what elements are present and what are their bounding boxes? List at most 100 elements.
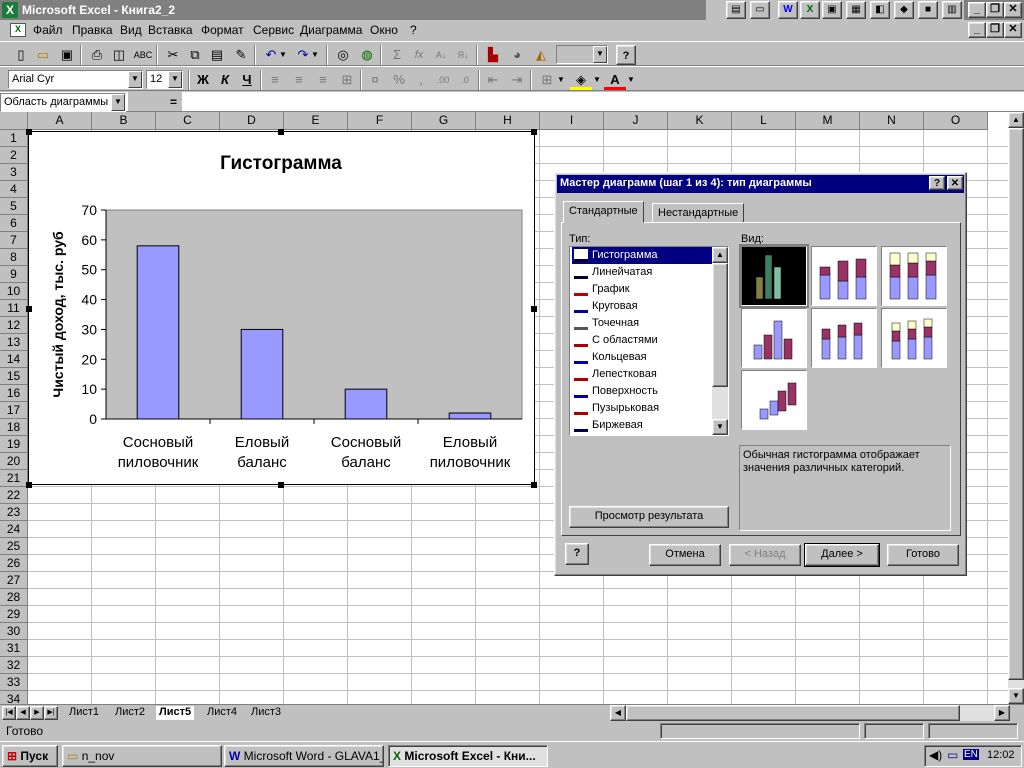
chart-type-item[interactable]: График [572,281,712,298]
taskbar-item-excel-active[interactable]: X Microsoft Excel - Кни... [388,745,548,767]
font-name-combobox[interactable]: Arial Cyr ▼ [8,70,143,89]
chart-subtype-thumbnail[interactable] [811,246,877,306]
font-color-icon[interactable]: A [604,70,626,90]
save-icon[interactable]: ▣ [56,45,78,65]
column-header[interactable]: C [156,112,220,130]
new-icon[interactable]: ▯ [10,45,32,65]
currency-icon[interactable]: ¤ [364,70,386,90]
spelling-icon[interactable]: ABC [132,45,154,65]
print-preview-icon[interactable]: ◫ [108,45,130,65]
chart-handle[interactable] [278,129,284,135]
prev-sheet-icon[interactable]: ◀ [16,706,30,720]
menu-window[interactable]: Окно [370,23,398,37]
column-header[interactable]: E [284,112,348,130]
row-header[interactable]: 30 [0,623,28,640]
chart-handle[interactable] [278,482,284,488]
scroll-left-arrow-icon[interactable]: ◀ [610,705,626,721]
row-header[interactable]: 7 [0,232,28,249]
web-toolbar-icon[interactable]: ◍ [356,45,378,65]
chart-type-item[interactable]: Гистограмма [572,247,712,264]
close-button[interactable]: ✕ [1004,2,1022,18]
chart-type-item[interactable]: Кольцевая [572,349,712,366]
menu-chart[interactable]: Диаграмма [300,23,362,37]
font-color-dropdown-icon[interactable]: ▼ [626,70,636,90]
last-sheet-icon[interactable]: ▶| [44,706,58,720]
chart-subtype-thumbnail[interactable] [881,246,947,306]
sort-ascending-icon[interactable]: А↓ [430,45,452,65]
row-header[interactable]: 17 [0,402,28,419]
paste-icon[interactable]: ▤ [206,45,228,65]
list-scroll-thumb[interactable] [712,263,728,387]
excel-shortcut-icon[interactable]: X [800,1,820,19]
schedule-shortcut-icon[interactable]: ◆ [894,1,914,19]
tab-standard[interactable]: Стандартные [563,201,644,223]
chart-wizard-icon[interactable]: ▙ [482,45,504,65]
finish-button[interactable]: Готово [887,544,959,566]
bookshelf-shortcut-icon[interactable]: ▥ [942,1,962,19]
taskbar-item-folder[interactable]: ▭ n_nov [62,745,222,767]
fill-color-dropdown-icon[interactable]: ▼ [592,70,602,90]
row-header[interactable]: 9 [0,266,28,283]
row-header[interactable]: 31 [0,640,28,657]
sheet-tab[interactable]: Лист4 [204,706,240,720]
name-box[interactable]: Область диаграммы ▼ [0,93,126,112]
chart-handle[interactable] [26,306,32,312]
minimize-button[interactable]: _ [968,2,986,18]
access-shortcut-icon[interactable]: ▦ [846,1,866,19]
help-icon[interactable]: ? [565,543,589,565]
menu-edit[interactable]: Правка [72,23,113,37]
vertical-scrollbar[interactable]: ▲ ▼ [1008,112,1024,704]
office-assistant-icon[interactable]: ? [616,45,636,65]
doc-restore-button[interactable]: ❐ [986,22,1004,38]
row-header[interactable]: 13 [0,334,28,351]
doc-minimize-button[interactable]: _ [968,22,986,38]
next-sheet-icon[interactable]: ▶ [30,706,44,720]
bold-button[interactable]: Ж [192,70,214,90]
copy-icon[interactable]: ⧉ [184,45,206,65]
excel-app-icon[interactable]: X [2,2,18,18]
row-header[interactable]: 10 [0,283,28,300]
language-indicator[interactable]: EN [963,749,979,760]
chart-type-item[interactable]: С областями [572,332,712,349]
italic-button[interactable]: К [214,70,236,90]
column-header[interactable]: M [796,112,860,130]
row-header[interactable]: 22 [0,487,28,504]
format-painter-icon[interactable]: ✎ [230,45,252,65]
chart-handle[interactable] [531,306,537,312]
borders-icon[interactable]: ⊞ [536,70,558,90]
chart-type-item[interactable]: Биржевая [572,417,712,434]
row-header[interactable]: 16 [0,385,28,402]
sheet-tab[interactable]: Лист2 [112,706,148,720]
cancel-button[interactable]: Отмена [649,544,721,566]
sort-descending-icon[interactable]: Я↓ [452,45,474,65]
function-icon[interactable]: fx [408,45,430,65]
chart-type-item[interactable]: Точечная [572,315,712,332]
row-header[interactable]: 19 [0,436,28,453]
row-header[interactable]: 6 [0,215,28,232]
row-header[interactable]: 28 [0,589,28,606]
row-header[interactable]: 1 [0,130,28,147]
hscroll-thumb[interactable] [626,705,960,721]
doc-close-button[interactable]: ✕ [1004,22,1022,38]
row-header[interactable]: 14 [0,351,28,368]
chart-handle[interactable] [26,129,32,135]
menu-view[interactable]: Вид [120,23,142,37]
column-header[interactable]: K [668,112,732,130]
align-center-icon[interactable]: ≡ [288,70,310,90]
column-header[interactable]: G [412,112,476,130]
taskbar-item-word[interactable]: W Microsoft Word - GLAVA1_2 [224,745,384,767]
chart-subtype-thumbnail[interactable] [739,244,809,308]
list-scrollbar[interactable]: ▲ ▼ [712,247,728,435]
hyperlink-icon[interactable]: ◎ [332,45,354,65]
cut-icon[interactable]: ✂ [162,45,184,65]
row-header[interactable]: 2 [0,147,28,164]
first-sheet-icon[interactable]: |◀ [2,706,16,720]
chart-area[interactable]: Гистограмма 0 10 20 30 40 50 60 70 Чистый доход, … [28,131,535,485]
chart-handle[interactable] [531,482,537,488]
autosum-icon[interactable]: Σ [386,45,408,65]
redo-dropdown-icon[interactable]: ▼ [310,45,320,65]
row-header[interactable]: 25 [0,538,28,555]
volume-icon[interactable]: ◀) [929,748,942,762]
chart-type-item[interactable]: Поверхность [572,383,712,400]
column-header[interactable]: I [540,112,604,130]
